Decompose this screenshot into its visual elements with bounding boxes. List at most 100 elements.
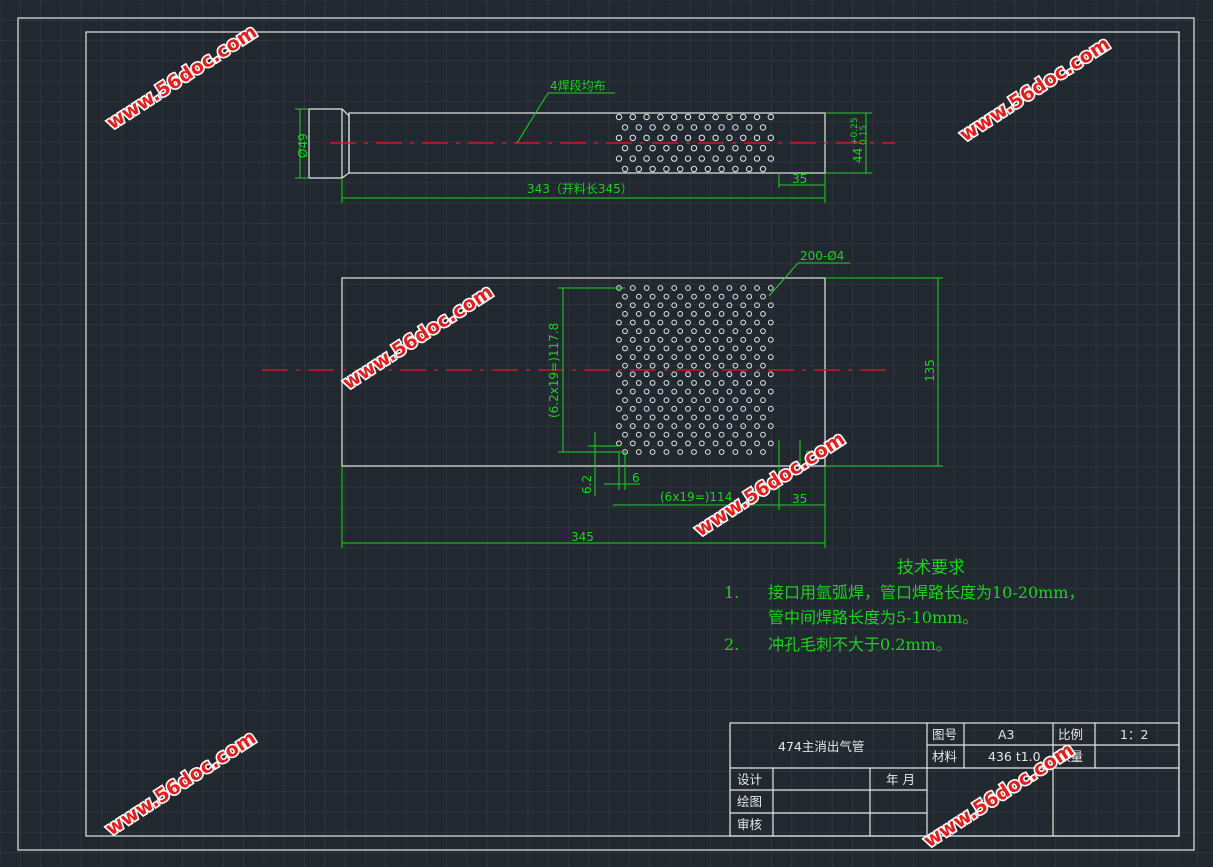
watermark: www.56doc.com www.56doc.com (337, 279, 498, 396)
hole (649, 293, 656, 300)
hole (760, 345, 766, 352)
hole (622, 414, 628, 421)
hole (732, 414, 739, 421)
hole (657, 336, 664, 343)
hole (732, 124, 739, 131)
hole (754, 388, 760, 395)
hole (767, 354, 774, 360)
hole (643, 285, 650, 291)
hole (671, 371, 678, 378)
tb-drawing-no-label: 图号 (932, 727, 957, 742)
tube-side-view: 4焊段均布 Ø49 44 +0.25 0.15 35 343（开料长345） (295, 78, 895, 203)
hole (753, 113, 761, 121)
hole (663, 431, 670, 438)
dim-vertical-gap: 6.2 (580, 475, 594, 494)
hole (615, 134, 623, 142)
tech-item-1-line2: 管中间焊路长度为5-10mm。 (768, 608, 978, 627)
hole (698, 371, 705, 378)
dim-35-flat: 35 (792, 492, 807, 506)
hole (698, 319, 705, 326)
hole (754, 440, 760, 447)
dim-diameter-49: Ø49 (296, 133, 310, 158)
hole (760, 449, 766, 455)
hole (629, 388, 636, 395)
hole (657, 388, 664, 395)
hole (663, 124, 670, 131)
hole (712, 388, 719, 395)
hole (760, 310, 766, 317)
background-grid (0, 0, 1213, 867)
hole (643, 155, 650, 162)
hole (643, 302, 650, 309)
hole (649, 145, 656, 152)
hole (629, 405, 636, 412)
hole (767, 336, 774, 343)
hole (649, 414, 656, 421)
hole (704, 431, 711, 438)
hole (622, 310, 628, 317)
hole (649, 345, 656, 352)
hole (677, 414, 684, 421)
hole (740, 134, 747, 142)
hole (616, 440, 622, 447)
hole (629, 155, 636, 162)
hole (691, 293, 697, 300)
hole (767, 155, 774, 162)
hole (698, 113, 705, 121)
hole (635, 431, 642, 438)
hole (685, 319, 691, 326)
hole (760, 431, 766, 438)
hole (616, 302, 622, 309)
hole (767, 371, 774, 378)
hole (663, 165, 670, 173)
tech-item-2-line1: 冲孔毛刺不大于0.2mm。 (768, 635, 952, 654)
hole (657, 155, 664, 162)
hole (629, 354, 636, 360)
hole (677, 431, 684, 438)
hole (677, 345, 684, 352)
cad-drawing-canvas[interactable]: 4焊段均布 Ø49 44 +0.25 0.15 35 343（开料长345） 2… (0, 0, 1213, 867)
hole (718, 145, 725, 152)
hole (635, 414, 642, 421)
hole (649, 397, 656, 404)
hole (622, 397, 628, 404)
hole (629, 319, 636, 326)
weld-leader-line (516, 92, 615, 144)
hole (712, 134, 719, 142)
tech-item-1-num: 1. (724, 583, 739, 602)
hole (712, 319, 719, 326)
hole (753, 134, 761, 142)
hole (649, 328, 656, 335)
hole (685, 336, 691, 343)
hole (663, 414, 670, 421)
hole (643, 388, 650, 395)
hole (663, 328, 670, 335)
watermark-text: www.56doc.com (102, 727, 260, 840)
hole (760, 397, 766, 404)
hole (649, 449, 656, 455)
hole (616, 336, 622, 343)
hole (740, 302, 747, 309)
weld-note: 4焊段均布 (550, 78, 606, 93)
hole (671, 336, 678, 343)
hole (657, 134, 664, 142)
hole (754, 354, 760, 360)
hole (712, 336, 719, 343)
hole (649, 310, 656, 317)
watermark-text: www.56doc.com (103, 21, 261, 134)
dim-horizontal-gap: 6 (632, 471, 640, 485)
hole (663, 397, 670, 404)
hole (649, 380, 656, 386)
hole (616, 319, 622, 326)
hole (622, 345, 628, 352)
tb-review-label: 审核 (737, 817, 763, 832)
hole (643, 440, 650, 447)
hole (643, 319, 650, 326)
hole (657, 371, 664, 378)
hole (740, 319, 747, 326)
hole (615, 113, 623, 121)
hole (657, 285, 664, 291)
tech-item-2-num: 2. (724, 635, 739, 654)
hole (732, 431, 739, 438)
hole (671, 405, 678, 412)
